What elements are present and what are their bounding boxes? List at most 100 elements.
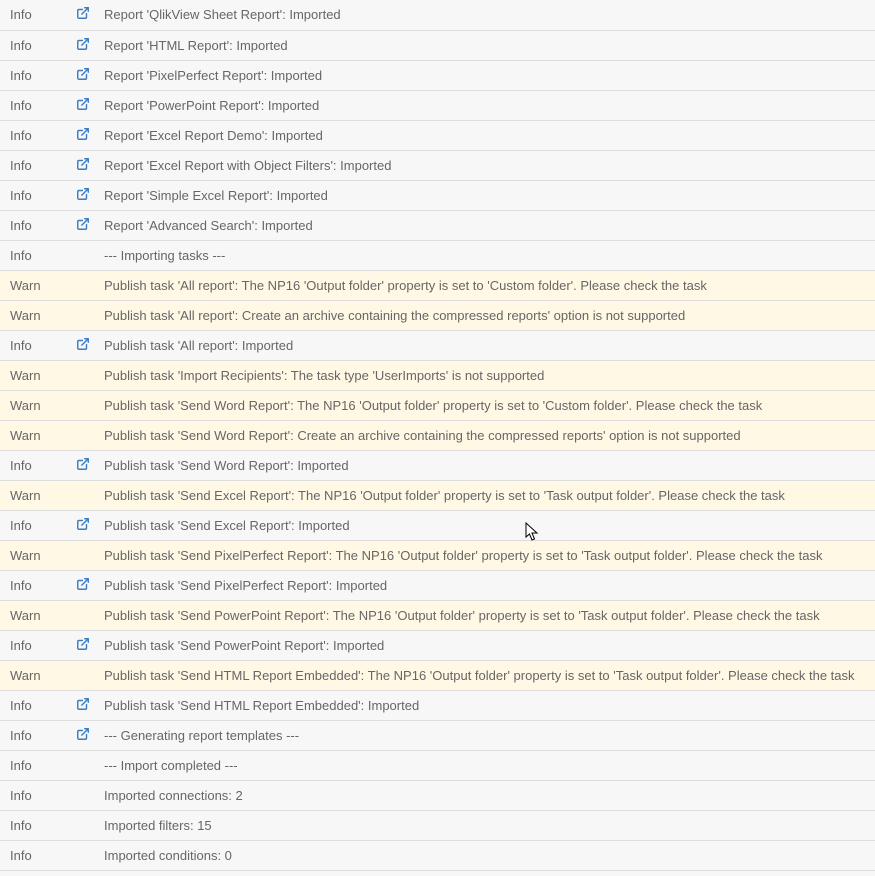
log-link-cell bbox=[68, 0, 98, 30]
log-level: Info bbox=[0, 150, 68, 180]
log-link-cell bbox=[68, 810, 98, 840]
log-row: Info Publish task 'Send Excel Report': Im… bbox=[0, 510, 875, 540]
log-row: InfoReport 'QlikView Sheet Report': Impo… bbox=[0, 0, 875, 30]
external-link-icon[interactable] bbox=[76, 577, 90, 591]
external-link-icon[interactable] bbox=[76, 217, 90, 231]
log-message: Report 'Excel Report with Object Filters… bbox=[98, 150, 875, 180]
external-link-icon[interactable] bbox=[76, 127, 90, 141]
log-row: InfoPublish task 'Send PowerPoint Report… bbox=[0, 630, 875, 660]
external-link-icon[interactable] bbox=[76, 517, 90, 531]
log-row: InfoPublish task 'All report': Imported bbox=[0, 330, 875, 360]
log-link-cell bbox=[68, 540, 98, 570]
log-link-cell bbox=[68, 600, 98, 630]
external-link-icon[interactable] bbox=[76, 187, 90, 201]
log-level: Info bbox=[0, 120, 68, 150]
log-level: Warn bbox=[0, 390, 68, 420]
external-link-icon[interactable] bbox=[76, 67, 90, 81]
log-table: Info Report 'QlikView Sheet Report': Impo… bbox=[0, 0, 875, 871]
log-row: Warn Publish task 'Import Recipients': Th… bbox=[0, 360, 875, 390]
log-message: Publish task 'Send Word Report': The NP1… bbox=[98, 390, 875, 420]
log-link-cell bbox=[68, 750, 98, 780]
log-message: Report 'Excel Report Demo': Imported bbox=[98, 120, 875, 150]
log-link-cell bbox=[68, 690, 98, 720]
log-link-cell bbox=[68, 240, 98, 270]
external-link-icon[interactable] bbox=[76, 157, 90, 171]
external-link-icon[interactable] bbox=[76, 97, 90, 111]
log-link-cell bbox=[68, 510, 98, 540]
log-level: Info bbox=[0, 780, 68, 810]
log-message: Publish task 'Send Word Report': Importe… bbox=[98, 450, 875, 480]
log-row: InfoImported conditions: 0 bbox=[0, 840, 875, 870]
log-message: Imported filters: 15 bbox=[98, 810, 875, 840]
log-message: Publish task 'Send Excel Report': Import… bbox=[98, 510, 875, 540]
external-link-icon[interactable] bbox=[76, 337, 90, 351]
log-level: Info bbox=[0, 450, 68, 480]
log-message: Report 'PixelPerfect Report': Imported bbox=[98, 60, 875, 90]
external-link-icon[interactable] bbox=[76, 6, 90, 20]
external-link-icon[interactable] bbox=[76, 727, 90, 741]
external-link-icon[interactable] bbox=[76, 457, 90, 471]
log-level: Info bbox=[0, 810, 68, 840]
log-level: Info bbox=[0, 240, 68, 270]
log-link-cell bbox=[68, 720, 98, 750]
log-link-cell bbox=[68, 30, 98, 60]
log-link-cell bbox=[68, 330, 98, 360]
log-row: Warn Publish task 'Send PixelPerfect Repo… bbox=[0, 540, 875, 570]
log-row: Info Imported filters: 15 bbox=[0, 810, 875, 840]
log-link-cell bbox=[68, 660, 98, 690]
log-level: Warn bbox=[0, 300, 68, 330]
log-message: Publish task 'Send Excel Report': The NP… bbox=[98, 480, 875, 510]
log-row: Info --- Import completed --- bbox=[0, 750, 875, 780]
external-link-icon[interactable] bbox=[76, 37, 90, 51]
log-row: Info Imported connections: 2 bbox=[0, 780, 875, 810]
log-level: Info bbox=[0, 210, 68, 240]
log-message: Report 'PowerPoint Report': Imported bbox=[98, 90, 875, 120]
log-level: Info bbox=[0, 30, 68, 60]
log-link-cell bbox=[68, 210, 98, 240]
log-row: WarnPublish task 'Send HTML Report Embed… bbox=[0, 660, 875, 690]
log-message: Publish task 'All report': The NP16 'Out… bbox=[98, 270, 875, 300]
log-message: Publish task 'All report': Create an arc… bbox=[98, 300, 875, 330]
external-link-icon[interactable] bbox=[76, 697, 90, 711]
log-link-cell bbox=[68, 780, 98, 810]
log-message: Report 'Simple Excel Report': Imported bbox=[98, 180, 875, 210]
log-message: --- Importing tasks --- bbox=[98, 240, 875, 270]
log-level: Info bbox=[0, 840, 68, 870]
log-row: Info Report 'Simple Excel Report': Import… bbox=[0, 180, 875, 210]
log-level: Info bbox=[0, 90, 68, 120]
external-link-icon[interactable] bbox=[76, 637, 90, 651]
log-message: Publish task 'All report': Imported bbox=[98, 330, 875, 360]
log-message: Publish task 'Send PixelPerfect Report':… bbox=[98, 540, 875, 570]
log-link-cell bbox=[68, 300, 98, 330]
log-row: WarnPublish task 'Send PowerPoint Report… bbox=[0, 600, 875, 630]
log-row: Info Report 'Excel Report with Object Fil… bbox=[0, 150, 875, 180]
log-link-cell bbox=[68, 360, 98, 390]
log-message: Publish task 'Send Word Report': Create … bbox=[98, 420, 875, 450]
log-message: --- Generating report templates --- bbox=[98, 720, 875, 750]
log-row: Warn Publish task 'All report': Create an… bbox=[0, 300, 875, 330]
log-link-cell bbox=[68, 270, 98, 300]
log-level: Info bbox=[0, 510, 68, 540]
log-level: Warn bbox=[0, 540, 68, 570]
log-message: --- Import completed --- bbox=[98, 750, 875, 780]
log-message: Report 'QlikView Sheet Report': Imported bbox=[98, 0, 875, 30]
log-link-cell bbox=[68, 90, 98, 120]
log-row: Warn Publish task 'Send Word Report': Cre… bbox=[0, 420, 875, 450]
log-level: Info bbox=[0, 60, 68, 90]
log-row: InfoPublish task 'Send PixelPerfect Repo… bbox=[0, 570, 875, 600]
log-row: Info --- Importing tasks --- bbox=[0, 240, 875, 270]
log-row: Warn Publish task 'All report': The NP16 … bbox=[0, 270, 875, 300]
log-message: Publish task 'Import Recipients': The ta… bbox=[98, 360, 875, 390]
log-level: Info bbox=[0, 720, 68, 750]
log-message: Imported connections: 2 bbox=[98, 780, 875, 810]
log-row: Info Report 'Advanced Search': Imported bbox=[0, 210, 875, 240]
log-level: Warn bbox=[0, 270, 68, 300]
log-level: Info bbox=[0, 180, 68, 210]
log-level: Warn bbox=[0, 420, 68, 450]
log-level: Info bbox=[0, 750, 68, 780]
log-message: Report 'Advanced Search': Imported bbox=[98, 210, 875, 240]
log-row: Info --- Generating report templates --- bbox=[0, 720, 875, 750]
log-level: Warn bbox=[0, 360, 68, 390]
log-row: InfoReport 'HTML Report': Imported bbox=[0, 30, 875, 60]
log-row: WarnPublish task 'Send Excel Report': Th… bbox=[0, 480, 875, 510]
